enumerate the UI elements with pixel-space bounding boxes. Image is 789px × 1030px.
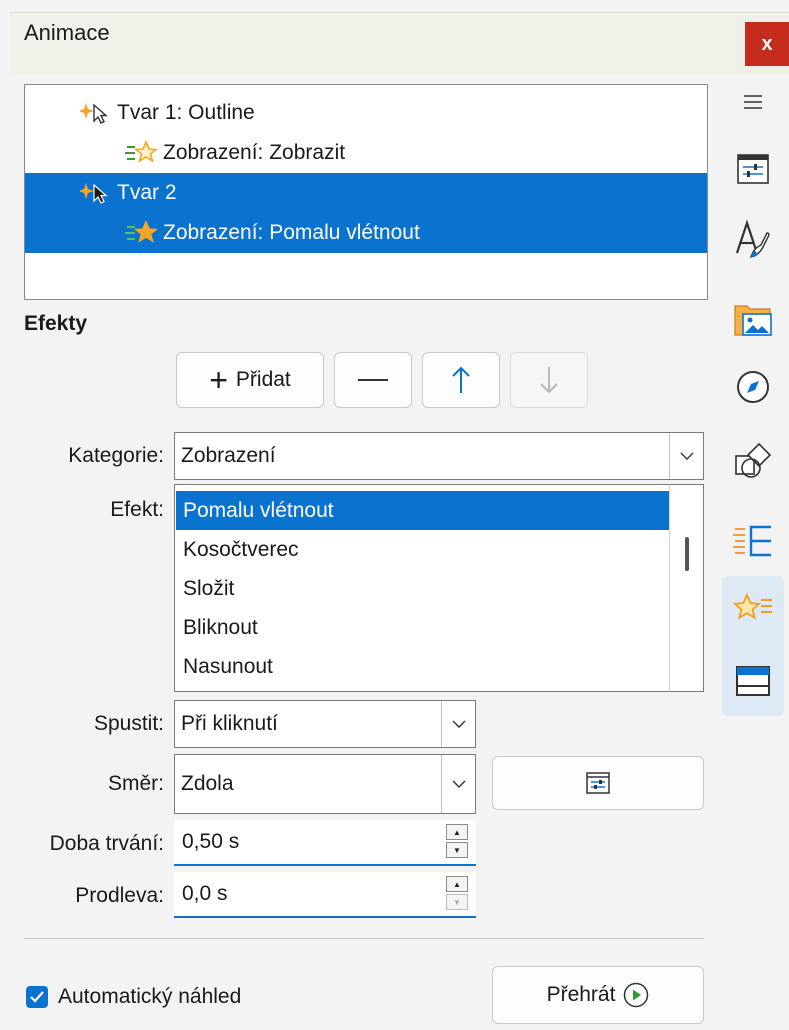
properties-icon[interactable]	[724, 140, 782, 198]
arrow-up-icon	[452, 366, 470, 393]
animation-item-effect1[interactable]: Zobrazení: Zobrazit	[25, 133, 707, 173]
animation-item-label: Zobrazení: Pomalu vlétnout	[163, 221, 420, 244]
effect-option[interactable]: Kosočtverec	[176, 530, 670, 569]
properties-icon	[586, 772, 610, 794]
close-button[interactable]: x	[745, 22, 789, 66]
pointer-sparkle-icon	[79, 178, 113, 208]
start-select[interactable]: Při kliknutí	[174, 700, 476, 748]
auto-preview-checkbox[interactable]	[26, 986, 48, 1008]
minus-icon	[358, 379, 388, 381]
scrollbar-thumb[interactable]	[685, 537, 689, 571]
delay-spinbox[interactable]: 0,0 s ▲ ▼	[174, 872, 476, 918]
auto-preview-label[interactable]: Automatický náhled	[58, 985, 241, 1009]
animation-item-tvar2[interactable]: Tvar 2	[25, 173, 707, 213]
add-effect-button[interactable]: + Přidat	[176, 352, 324, 408]
arrow-down-icon	[540, 367, 558, 394]
effect-options-button[interactable]	[492, 756, 704, 810]
chevron-down-icon[interactable]	[441, 755, 475, 813]
animation-item-label: Zobrazení: Zobrazit	[163, 141, 346, 164]
master-slides-icon[interactable]	[724, 652, 782, 710]
effect-listbox[interactable]: Pomalu vlétnout Kosočtverec Složit Blikn…	[174, 484, 704, 692]
direction-label: Směr:	[107, 772, 164, 795]
effect-label: Efekt:	[110, 498, 164, 521]
start-value: Při kliknutí	[181, 712, 278, 735]
play-button[interactable]: Přehrát	[492, 966, 704, 1024]
chevron-down-icon[interactable]	[441, 701, 475, 747]
start-label: Spustit:	[93, 712, 164, 735]
slide-transition-icon[interactable]	[724, 512, 782, 570]
add-effect-label: Přidat	[235, 368, 291, 391]
checkmark-icon	[30, 991, 44, 1003]
effects-section-label: Efekty	[24, 312, 88, 335]
effect-option[interactable]: Bliknout	[176, 608, 670, 647]
duration-spinbox[interactable]: 0,50 s ▲ ▼	[174, 820, 476, 866]
animation-item-tvar1[interactable]: Tvar 1: Outline	[25, 93, 707, 133]
spin-down-icon[interactable]: ▼	[446, 894, 468, 910]
spin-up-icon[interactable]: ▲	[446, 876, 468, 892]
star-entrance-icon	[125, 218, 159, 248]
animation-item-effect2[interactable]: Zobrazení: Pomalu vlétnout	[25, 213, 707, 253]
category-value: Zobrazení	[181, 444, 276, 467]
play-icon	[624, 982, 649, 1008]
animation-item-label: Tvar 2	[117, 181, 177, 204]
duration-value: 0,50 s	[182, 830, 240, 853]
effect-option[interactable]: Složit	[176, 569, 670, 608]
effect-option[interactable]: Nasunout	[176, 647, 670, 686]
styles-icon[interactable]	[724, 210, 782, 268]
direction-value: Zdola	[181, 772, 234, 795]
direction-select[interactable]: Zdola	[174, 754, 476, 814]
move-down-button[interactable]	[510, 352, 588, 408]
animation-list[interactable]: Tvar 1: Outline Zobrazení: Zobrazit Tvar…	[24, 84, 708, 300]
gallery-icon[interactable]	[724, 290, 782, 348]
category-label: Kategorie:	[68, 444, 164, 467]
pointer-sparkle-icon	[79, 98, 113, 128]
hamburger-menu-icon[interactable]	[724, 76, 782, 128]
panel-titlebar	[10, 12, 789, 75]
divider	[24, 938, 704, 939]
delay-value: 0,0 s	[182, 882, 228, 905]
animation-icon[interactable]	[724, 580, 782, 638]
star-entrance-icon	[125, 138, 159, 168]
category-select[interactable]: Zobrazení	[174, 432, 704, 480]
shapes-icon[interactable]	[724, 432, 782, 490]
plus-icon: +	[209, 362, 228, 398]
delay-label: Prodleva:	[75, 884, 164, 907]
spin-down-icon[interactable]: ▼	[446, 842, 468, 858]
play-label: Přehrát	[546, 983, 616, 1006]
duration-label: Doba trvání:	[49, 832, 164, 855]
effect-scrollbar[interactable]	[669, 485, 703, 691]
panel-title: Animace	[24, 20, 110, 45]
move-up-button[interactable]	[422, 352, 500, 408]
chevron-down-icon[interactable]	[669, 433, 703, 479]
remove-effect-button[interactable]	[334, 352, 412, 408]
effect-option[interactable]: Pomalu vlétnout	[176, 491, 670, 530]
navigator-icon[interactable]	[724, 358, 782, 416]
spin-up-icon[interactable]: ▲	[446, 824, 468, 840]
animation-item-label: Tvar 1: Outline	[117, 101, 255, 124]
